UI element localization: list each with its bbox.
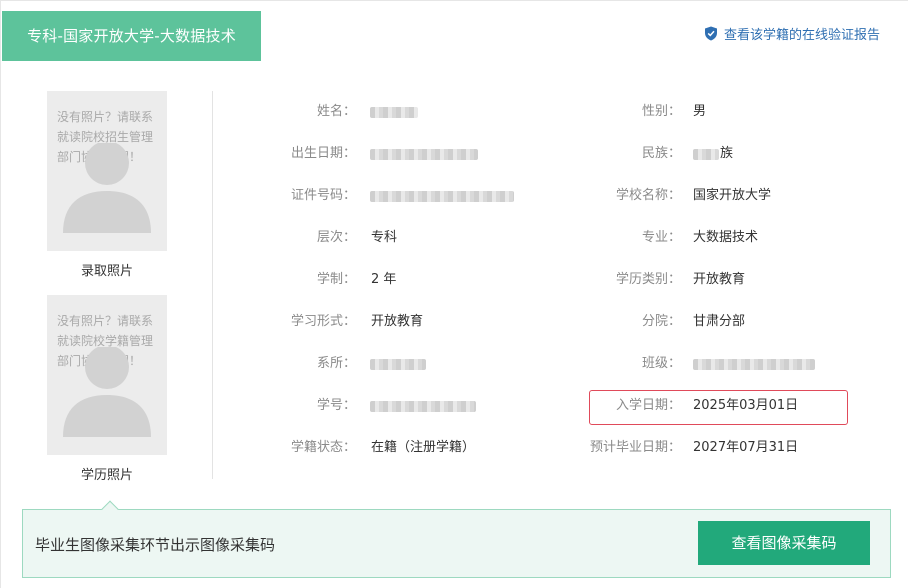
field-label: 系所：	[316, 356, 356, 371]
field-value: 男	[693, 104, 707, 119]
field-enrollment-status: 学籍状态： 在籍（注册学籍）	[213, 437, 513, 459]
field-duration: 学制： 2 年	[213, 269, 463, 291]
field-major: 专业： 大数据技术	[560, 227, 890, 249]
field-label: 预计毕业日期：	[589, 440, 681, 455]
field-department: 系所：	[213, 353, 463, 375]
view-image-code-button[interactable]: 查看图像采集码	[698, 521, 870, 565]
diploma-photo-caption: 学历照片	[80, 468, 133, 483]
field-level: 层次： 专科	[213, 227, 463, 249]
field-value: 开放教育	[693, 272, 746, 287]
field-gender: 性别： 男	[560, 101, 890, 123]
redacted-value	[693, 359, 815, 370]
field-label: 学历类别：	[615, 272, 681, 287]
field-school-name: 学校名称： 国家开放大学	[560, 185, 890, 207]
shield-check-icon	[705, 26, 717, 40]
field-label: 学号：	[316, 398, 356, 413]
field-label: 专业：	[641, 230, 681, 245]
verify-report-link[interactable]: 查看该学籍的在线验证报告	[704, 24, 881, 43]
redacted-value	[370, 107, 418, 118]
field-label: 性别：	[641, 104, 681, 119]
field-value: 2 年	[371, 272, 397, 287]
image-code-panel: 毕业生图像采集环节出示图像采集码 查看图像采集码	[22, 509, 891, 578]
avatar-silhouette-icon	[63, 347, 151, 437]
field-value: 族	[720, 146, 734, 161]
field-expected-graduation: 预计毕业日期： 2027年07月31日	[560, 437, 890, 459]
field-label: 班级：	[641, 356, 681, 371]
redacted-value	[370, 149, 478, 160]
field-study-mode: 学习形式： 开放教育	[213, 311, 463, 333]
field-ethnicity: 民族： 族	[560, 143, 890, 165]
image-code-instruction: 毕业生图像采集环节出示图像采集码	[35, 536, 276, 554]
top-border	[0, 0, 908, 1]
field-label: 学籍状态：	[290, 440, 356, 455]
avatar-silhouette-icon	[63, 143, 151, 233]
field-student-id: 学号：	[213, 395, 513, 417]
field-degree-category: 学历类别： 开放教育	[560, 269, 890, 291]
field-value: 2027年07月31日	[693, 440, 799, 455]
field-label: 学制：	[316, 272, 356, 287]
admission-photo-caption: 录取照片	[80, 264, 133, 279]
left-border	[0, 0, 1, 588]
field-value: 专科	[371, 230, 398, 245]
verify-report-label: 查看该学籍的在线验证报告	[724, 27, 881, 43]
field-birth-date: 出生日期：	[213, 143, 513, 165]
redacted-value	[370, 359, 426, 370]
field-id-number: 证件号码：	[213, 185, 533, 207]
field-label: 出生日期：	[290, 146, 356, 161]
redacted-value	[693, 149, 719, 160]
admission-photo-placeholder: 没有照片？请联系就读院校招生管理部门协助处理！	[47, 91, 167, 251]
field-branch: 分院： 甘肃分部	[560, 311, 890, 333]
field-name: 姓名：	[213, 101, 463, 123]
redacted-value	[370, 191, 514, 202]
field-label: 学校名称：	[615, 188, 681, 203]
field-label: 证件号码：	[290, 188, 356, 203]
field-label: 分院：	[641, 314, 681, 329]
field-value: 国家开放大学	[693, 188, 772, 203]
field-label: 层次：	[316, 230, 356, 245]
diploma-photo-placeholder: 没有照片？请联系就读院校学籍管理部门协助处理！	[47, 295, 167, 455]
redacted-value	[370, 401, 476, 412]
record-title-tab: 专科-国家开放大学-大数据技术	[2, 11, 261, 61]
field-value: 开放教育	[371, 314, 424, 329]
field-value: 甘肃分部	[693, 314, 746, 329]
enrollment-date-highlight	[589, 390, 848, 425]
field-label: 民族：	[641, 146, 681, 161]
field-class: 班级：	[560, 353, 890, 375]
field-label: 姓名：	[316, 104, 356, 119]
field-value: 大数据技术	[693, 230, 759, 245]
field-value: 在籍（注册学籍）	[371, 440, 476, 455]
field-label: 学习形式：	[290, 314, 356, 329]
